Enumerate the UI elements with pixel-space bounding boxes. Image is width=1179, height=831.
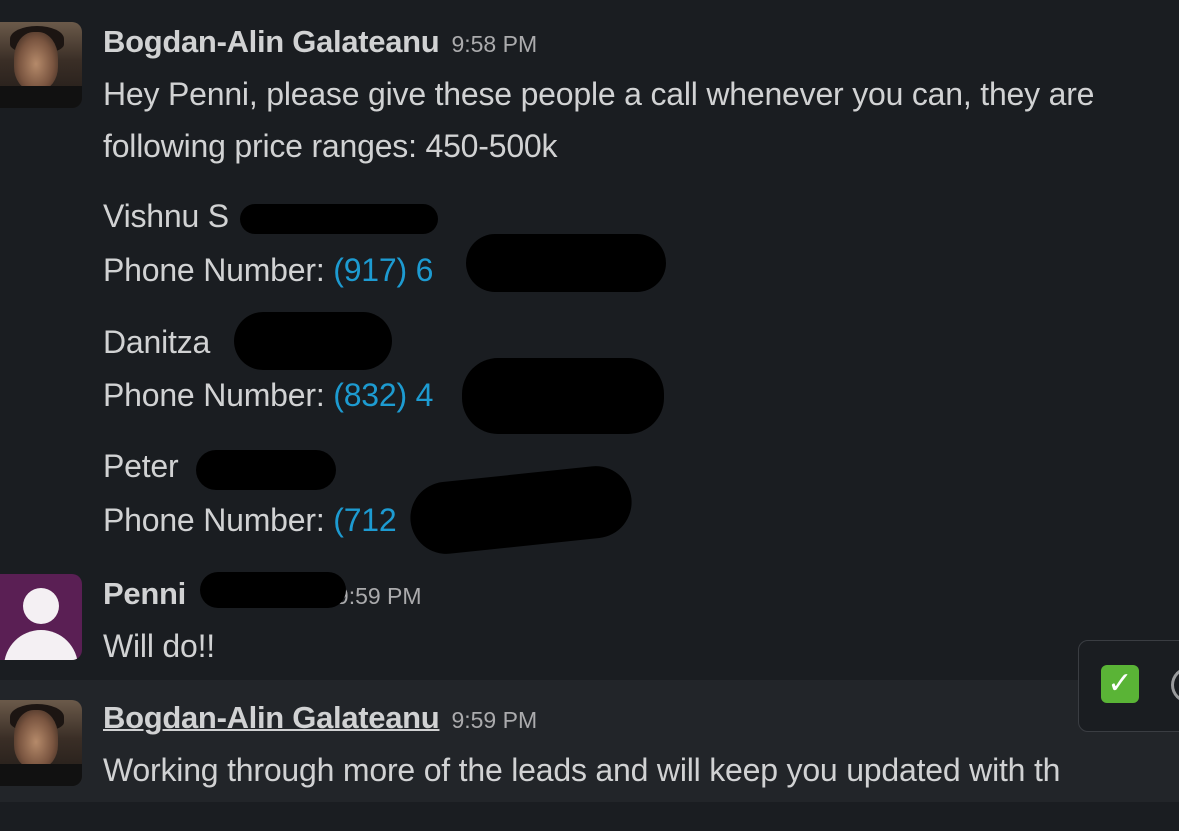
message-text: Hey Penni, please give these people a ca… [103,76,1095,112]
avatar[interactable] [0,574,82,660]
avatar[interactable] [0,700,82,786]
contact-phone-row: Phone Number: (712 [103,502,397,539]
redaction-mark [466,234,666,292]
sender-name[interactable]: Bogdan-Alin Galateanu [103,700,440,735]
message[interactable]: Bogdan-Alin Galateanu 9:59 PM Working thr… [0,680,1179,802]
message-actions-bar: ✓ [1078,640,1179,732]
phone-link[interactable]: (832) 4 [333,377,433,413]
message-text: Working through more of the leads and wi… [103,752,1061,788]
message-text: following price ranges: 450-500k [103,128,558,164]
redaction-mark [240,204,438,234]
message-header: Bogdan-Alin Galateanu 9:59 PM [103,700,537,736]
phone-label: Phone Number: [103,502,325,538]
message-list: Bogdan-Alin Galateanu 9:58 PM Hey Penni, … [0,0,1179,831]
timestamp[interactable]: 9:58 PM [451,31,537,57]
contact-name: Vishnu S [103,198,229,234]
avatar[interactable] [0,22,82,108]
redaction-mark [200,572,346,608]
more-actions-icon[interactable] [1171,667,1179,703]
sender-name[interactable]: Bogdan-Alin Galateanu [103,24,440,59]
message-text: Will do!! [103,628,215,664]
phone-label: Phone Number: [103,252,325,288]
redaction-mark [196,450,336,490]
message[interactable]: Penni 9:59 PM Will do!! [0,570,1179,680]
contact-phone-row: Phone Number: (832) 4 [103,377,433,414]
redaction-mark [234,312,392,370]
sender-name[interactable]: Penni [103,576,186,611]
timestamp[interactable]: 9:59 PM [336,583,422,609]
phone-link[interactable]: (712 [333,502,396,538]
contact-name: Danitza [103,324,211,360]
contact-name: Peter [103,448,179,484]
timestamp[interactable]: 9:59 PM [451,707,537,733]
contact-phone-row: Phone Number: (917) 6 [103,252,433,289]
redaction-mark [462,358,664,434]
message-header: Bogdan-Alin Galateanu 9:58 PM [103,24,537,60]
phone-link[interactable]: (917) 6 [333,252,433,288]
white-check-mark-icon[interactable]: ✓ [1101,665,1139,703]
default-user-icon [23,588,59,624]
phone-label: Phone Number: [103,377,325,413]
